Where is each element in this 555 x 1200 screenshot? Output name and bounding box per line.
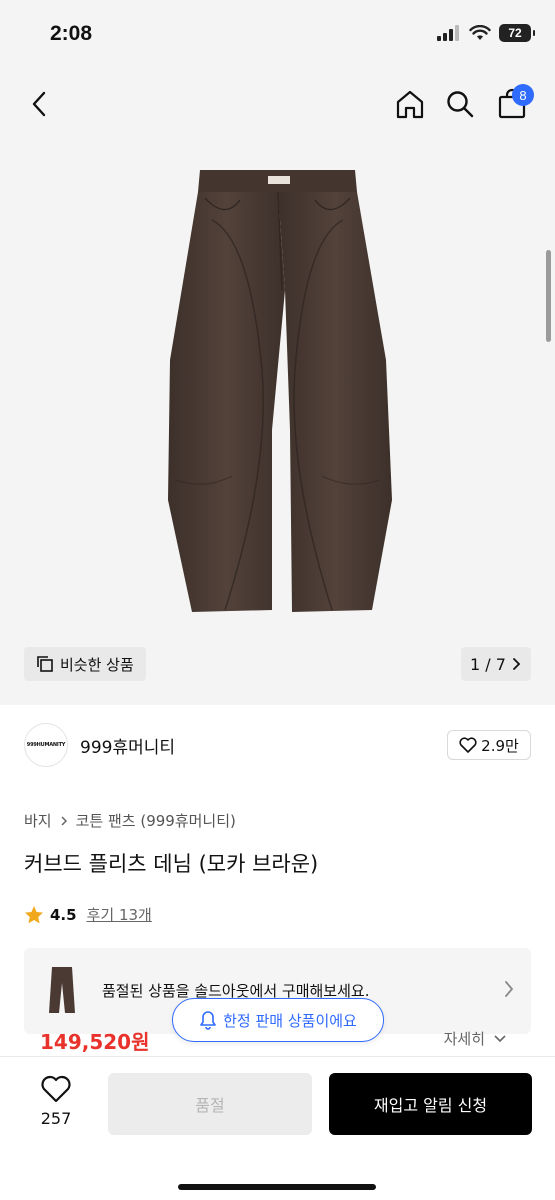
image-pager-label: 1 / 7 bbox=[470, 654, 506, 674]
chevron-left-icon bbox=[32, 91, 46, 117]
product-image-gallery[interactable]: 비슷한 상품 1 / 7 bbox=[0, 140, 555, 705]
rating-value: 4.5 bbox=[50, 905, 77, 924]
soldout-thumbnail bbox=[40, 962, 84, 1018]
brand-logo[interactable]: 999HUMANITY bbox=[24, 723, 68, 767]
home-icon bbox=[396, 90, 424, 119]
breadcrumb-subcategory[interactable]: 코튼 팬츠 (999휴머니티) bbox=[76, 810, 236, 831]
status-bar: 2:08 72 bbox=[0, 0, 555, 70]
chevron-right-icon bbox=[61, 815, 67, 826]
brand-row[interactable]: 999HUMANITY 999휴머니티 2.9만 bbox=[24, 722, 531, 768]
nav-header: 8 bbox=[0, 70, 555, 140]
rating-row: 4.5 후기 13개 bbox=[24, 904, 152, 925]
soldout-button: 품절 bbox=[108, 1073, 312, 1135]
back-button[interactable] bbox=[20, 84, 60, 124]
bottom-action-bar: 257 품절 재입고 알림 신청 bbox=[0, 1056, 555, 1200]
restock-alert-button[interactable]: 재입고 알림 신청 bbox=[329, 1073, 532, 1135]
limited-sale-label: 한정 판매 상품이에요 bbox=[223, 1011, 357, 1030]
similar-items-icon bbox=[37, 656, 53, 672]
breadcrumb: 바지 코튼 팬츠 (999휴머니티) bbox=[24, 810, 236, 831]
wishlist-button[interactable]: 257 bbox=[26, 1075, 86, 1128]
battery-level: 72 bbox=[508, 26, 522, 40]
review-count-link[interactable]: 후기 13개 bbox=[87, 904, 152, 925]
similar-products-button[interactable]: 비슷한 상품 bbox=[24, 647, 146, 681]
wifi-icon bbox=[469, 25, 491, 40]
status-icons: 72 bbox=[437, 24, 535, 42]
cart-button[interactable]: 8 bbox=[492, 84, 534, 124]
chevron-right-icon bbox=[505, 981, 514, 997]
heart-icon bbox=[41, 1075, 71, 1103]
similar-products-label: 비슷한 상품 bbox=[60, 655, 134, 674]
pants-thumbnail-icon bbox=[49, 967, 75, 1013]
search-button[interactable] bbox=[440, 84, 480, 124]
heart-icon bbox=[459, 737, 477, 753]
price-detail-link[interactable]: 자세히 bbox=[444, 1028, 507, 1049]
limited-sale-pill: 한정 판매 상품이에요 bbox=[172, 998, 384, 1042]
breadcrumb-category[interactable]: 바지 bbox=[24, 810, 52, 831]
cart-count-badge: 8 bbox=[512, 84, 534, 106]
home-indicator bbox=[178, 1184, 376, 1190]
product-image bbox=[168, 170, 392, 612]
price-detail-label: 자세히 bbox=[443, 1030, 485, 1048]
brand-like-button[interactable]: 2.9만 bbox=[447, 730, 531, 760]
chevron-right-icon bbox=[513, 658, 521, 670]
scrollbar[interactable] bbox=[546, 250, 551, 342]
brand-logo-text: 999HUMANITY bbox=[26, 742, 66, 748]
bell-icon bbox=[200, 1011, 216, 1030]
home-button[interactable] bbox=[390, 84, 430, 124]
product-title: 커브드 플리츠 데님 (모카 브라운) bbox=[24, 852, 319, 876]
chevron-down-icon bbox=[494, 1034, 506, 1042]
brand-name[interactable]: 999휴머니티 bbox=[80, 733, 175, 758]
battery-icon: 72 bbox=[499, 24, 535, 42]
search-icon bbox=[447, 91, 474, 118]
image-pager-button[interactable]: 1 / 7 bbox=[461, 647, 531, 681]
star-icon bbox=[25, 905, 43, 923]
wishlist-count: 257 bbox=[40, 1109, 72, 1128]
signal-icon bbox=[437, 25, 459, 41]
status-time: 2:08 bbox=[50, 22, 93, 45]
price-amount: 149,520원 bbox=[40, 1030, 150, 1054]
brand-like-count: 2.9만 bbox=[481, 736, 519, 755]
